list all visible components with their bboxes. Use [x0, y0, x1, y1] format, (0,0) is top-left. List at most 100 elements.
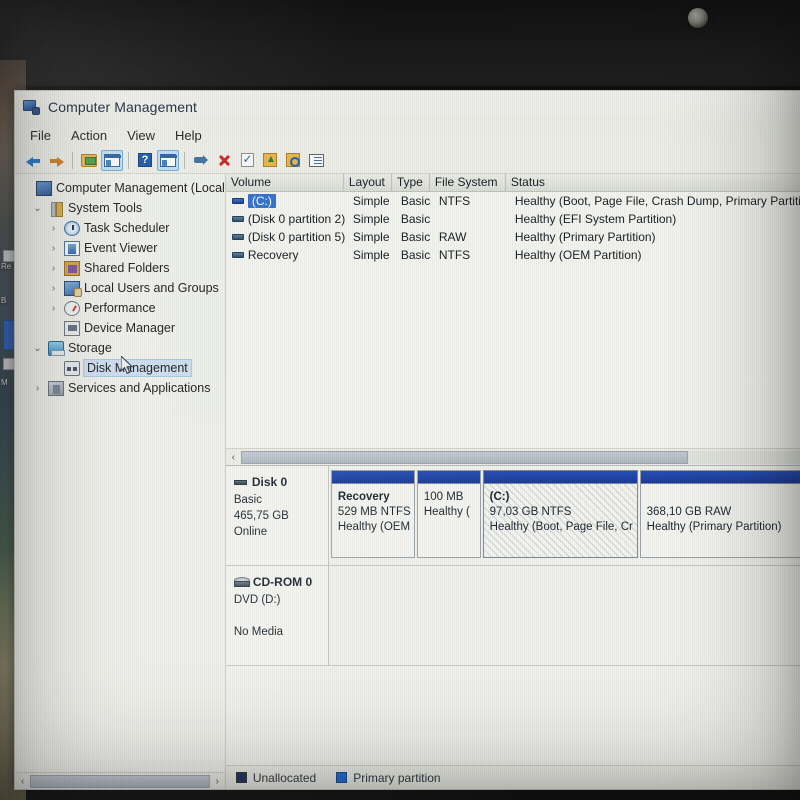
- scroll-left-icon[interactable]: ‹: [15, 774, 30, 789]
- tree-item-task-scheduler[interactable]: › Task Scheduler: [17, 218, 225, 238]
- table-row[interactable]: (Disk 0 partition 2) Simple Basic Health…: [226, 210, 800, 228]
- volume-list-rows: (C:) Simple Basic NTFS Healthy (Boot, Pa…: [226, 192, 800, 448]
- menu-file[interactable]: File: [21, 126, 60, 145]
- disk-info-cdrom0[interactable]: CD-ROM 0 DVD (D:) No Media: [226, 566, 329, 665]
- cdrom-icon: [234, 577, 248, 587]
- cell-volume: Recovery: [248, 247, 348, 264]
- partition-status: Healthy (Primary Partition): [647, 520, 800, 535]
- scroll-right-icon[interactable]: ›: [210, 774, 225, 789]
- legend-label-primary-partition: Primary partition: [353, 771, 440, 785]
- column-header-volume[interactable]: Volume: [226, 174, 344, 191]
- chevron-right-icon[interactable]: ›: [47, 263, 60, 274]
- chevron-right-icon[interactable]: ›: [47, 223, 60, 234]
- tree-item-disk-management[interactable]: Disk Management: [17, 358, 225, 378]
- refresh-icon[interactable]: [236, 150, 258, 171]
- chevron-down-icon[interactable]: ⌄: [31, 343, 44, 354]
- chevron-right-icon[interactable]: ›: [47, 283, 60, 294]
- volume-icon: [232, 198, 244, 204]
- graphical-disk-view: Disk 0 Basic 465,75 GB Online Recovery: [226, 466, 800, 765]
- partition-raw[interactable]: 368,10 GB RAW Healthy (Primary Partition…: [640, 470, 800, 558]
- partition-status: Healthy (OEM: [338, 520, 408, 535]
- webcam-dot: [688, 8, 708, 28]
- device-manager-icon: [64, 321, 80, 336]
- partition-color-bar: [332, 471, 414, 484]
- tree-item-storage[interactable]: ⌄ Storage: [17, 338, 225, 358]
- help-icon[interactable]: ?: [134, 150, 156, 171]
- chevron-right-icon[interactable]: ›: [47, 243, 60, 254]
- tree-horizontal-scrollbar[interactable]: ‹ ›: [15, 772, 225, 789]
- tree-item-label: Computer Management (Local: [56, 180, 225, 196]
- cell-type: Basic: [396, 193, 434, 210]
- title-bar: Computer Management: [15, 91, 800, 123]
- back-icon[interactable]: [22, 150, 44, 171]
- partition-color-bar: [641, 471, 800, 484]
- chevron-right-icon[interactable]: ›: [47, 303, 60, 314]
- disk-row-disk0: Disk 0 Basic 465,75 GB Online Recovery: [226, 466, 800, 566]
- column-header-type[interactable]: Type: [392, 174, 430, 191]
- export-list-icon[interactable]: [259, 150, 281, 171]
- column-header-file-system[interactable]: File System: [430, 174, 506, 191]
- tree-item-services-and-applications[interactable]: › Services and Applications: [17, 378, 225, 398]
- cell-file-system: NTFS: [434, 247, 510, 264]
- disk-row-cdrom0: CD-ROM 0 DVD (D:) No Media: [226, 566, 800, 666]
- tree-item-device-manager[interactable]: Device Manager: [17, 318, 225, 338]
- up-folder-icon[interactable]: [78, 150, 100, 171]
- show-action-pane-icon[interactable]: [157, 150, 179, 171]
- legend: Unallocated Primary partition: [226, 765, 800, 789]
- partition-name: Recovery: [338, 490, 408, 505]
- screen-photo: Re B M Computer Management File Action V…: [0, 0, 800, 800]
- partition-name: (C:): [490, 490, 631, 505]
- tree-item-event-viewer[interactable]: › Event Viewer: [17, 238, 225, 258]
- scroll-left-icon[interactable]: ‹: [226, 450, 241, 465]
- table-row[interactable]: Recovery Simple Basic NTFS Healthy (OEM …: [226, 246, 800, 264]
- volume-list-horizontal-scrollbar[interactable]: ‹: [226, 448, 800, 465]
- disk-title: CD-ROM 0: [234, 574, 320, 590]
- cell-file-system: NTFS: [434, 193, 510, 210]
- local-users-groups-icon: [64, 281, 80, 296]
- menu-action[interactable]: Action: [62, 126, 116, 145]
- volume-icon: [232, 216, 244, 222]
- desktop-icon-label-2: B: [1, 296, 6, 305]
- menu-view[interactable]: View: [118, 126, 164, 145]
- show-console-tree-icon[interactable]: [101, 150, 123, 171]
- console-tree-pane: Computer Management (Local ⌄ System Tool…: [15, 174, 226, 789]
- tree-item-label: Performance: [84, 300, 156, 316]
- partition-color-bar: [484, 471, 637, 484]
- properties-icon[interactable]: [190, 150, 212, 171]
- scroll-track[interactable]: [30, 775, 210, 788]
- tree-item-system-tools[interactable]: ⌄ System Tools: [17, 198, 225, 218]
- tree-item-label: Disk Management: [84, 360, 191, 376]
- partition-c-drive[interactable]: (C:) 97,03 GB NTFS Healthy (Boot, Page F…: [483, 470, 638, 558]
- column-header-status[interactable]: Status: [506, 174, 800, 191]
- computer-management-window: Computer Management File Action View Hel…: [14, 90, 800, 790]
- legend-swatch-unallocated: [236, 772, 247, 783]
- detail-view-icon[interactable]: [305, 150, 327, 171]
- table-row[interactable]: (C:) Simple Basic NTFS Healthy (Boot, Pa…: [226, 192, 800, 210]
- detail-pane: Volume Layout Type File System Status (C…: [226, 174, 800, 789]
- chevron-down-icon[interactable]: ⌄: [31, 203, 44, 214]
- cdrom-empty-area: [329, 566, 800, 665]
- tree-item-shared-folders[interactable]: › Shared Folders: [17, 258, 225, 278]
- partition-efi[interactable]: 100 MB Healthy (: [417, 470, 481, 558]
- disk-management-icon: [64, 361, 80, 376]
- cell-layout: Simple: [348, 229, 396, 246]
- tree-item-local-users-and-groups[interactable]: › Local Users and Groups: [17, 278, 225, 298]
- scroll-thumb[interactable]: [30, 775, 210, 788]
- rescan-disks-icon[interactable]: [282, 150, 304, 171]
- tree-item-performance[interactable]: › Performance: [17, 298, 225, 318]
- scroll-thumb[interactable]: [241, 451, 688, 464]
- scroll-track[interactable]: [241, 451, 800, 464]
- column-header-layout[interactable]: Layout: [344, 174, 392, 191]
- partition-size-fs: 100 MB: [424, 490, 474, 505]
- table-row[interactable]: (Disk 0 partition 5) Simple Basic RAW He…: [226, 228, 800, 246]
- partition-status: Healthy (: [424, 505, 474, 520]
- partition-recovery[interactable]: Recovery 529 MB NTFS Healthy (OEM: [331, 470, 415, 558]
- menu-help[interactable]: Help: [166, 126, 211, 145]
- chevron-right-icon[interactable]: ›: [31, 383, 44, 394]
- disk-name: CD-ROM 0: [253, 574, 312, 590]
- tree-item-computer-management[interactable]: Computer Management (Local: [17, 178, 225, 198]
- disk-info-disk0[interactable]: Disk 0 Basic 465,75 GB Online: [226, 466, 329, 565]
- delete-icon[interactable]: [213, 150, 235, 171]
- disk-type: DVD (D:): [234, 592, 320, 608]
- forward-icon[interactable]: [45, 150, 67, 171]
